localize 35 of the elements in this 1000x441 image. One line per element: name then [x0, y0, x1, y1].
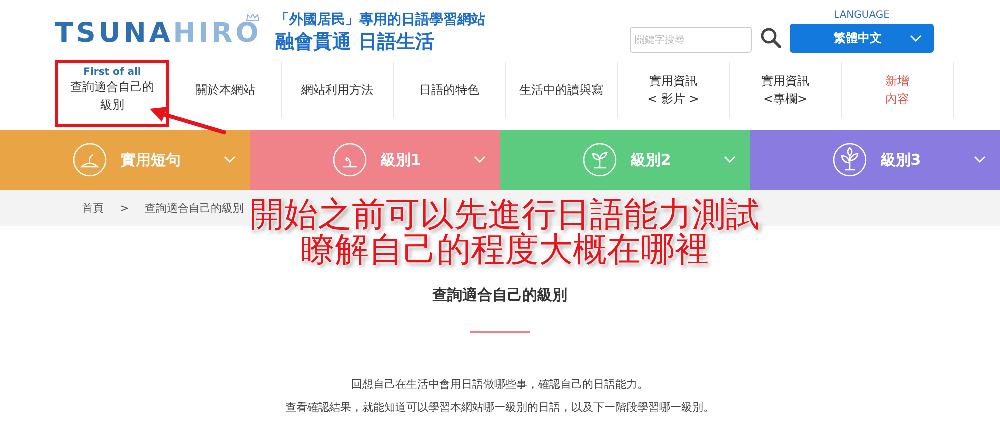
nav-link[interactable]: 實用資訊 <專欄> — [762, 72, 810, 108]
nav-link[interactable]: 新增 內容 — [886, 72, 910, 108]
nav-link[interactable]: 查詢適合自己的 級別 — [70, 78, 154, 114]
chevron-down-icon — [224, 156, 236, 164]
language-dropdown[interactable]: 繁體中文 — [790, 24, 934, 53]
search-icon — [760, 27, 782, 49]
breadcrumb-separator: > — [120, 202, 130, 214]
plant-icon — [73, 143, 107, 177]
chevron-down-icon — [910, 34, 922, 42]
slogan: 融會貫通 日語生活 — [276, 30, 436, 55]
annotation-caption: 開始之前可以先進行日語能力測試 瞭解自己的程度大概在哪裡 — [249, 198, 761, 268]
paragraph: 查看確認結果，就能知道可以學習本網站哪一級別的日語，以及下一階段學習哪一級別。 — [286, 400, 714, 415]
plant-icon — [832, 143, 867, 177]
nav-link[interactable]: 實用資訊 < 影片 > — [648, 72, 700, 108]
breadcrumb-link[interactable]: 首頁 — [82, 200, 104, 216]
plant-icon — [582, 143, 617, 177]
search-field[interactable]: 關鍵字搜尋 — [630, 27, 752, 53]
tagline: 「外國居民」專用的日語學習網站 — [276, 11, 486, 29]
chevron-down-icon — [974, 156, 986, 164]
eyebrow-label: First of all — [84, 66, 142, 78]
plant-icon — [332, 143, 367, 177]
nav-link[interactable]: 網站利用方法 — [302, 81, 374, 99]
nav-link[interactable]: 關於本網站 — [196, 81, 256, 99]
nav-link[interactable]: 生活中的讀與寫 — [520, 81, 604, 99]
breadcrumb-link[interactable]: 查詢適合自己的級別 — [145, 200, 244, 216]
heading-underline — [470, 331, 530, 333]
chevron-down-icon — [474, 156, 486, 164]
paragraph: 回想自己在生活中會用日語做哪些事，確認自己的日語能力。 — [352, 377, 648, 392]
page-heading: 查詢適合自己的級別 — [432, 286, 568, 305]
nav-link[interactable]: 日語的特色 — [420, 81, 480, 99]
crown-icon — [246, 14, 260, 22]
chevron-down-icon — [724, 156, 736, 164]
logo[interactable]: TSUNA HIRO — [55, 18, 262, 48]
language-label: LANGUAGE — [834, 10, 890, 21]
category-tab[interactable]: 級別3 — [750, 130, 1000, 190]
